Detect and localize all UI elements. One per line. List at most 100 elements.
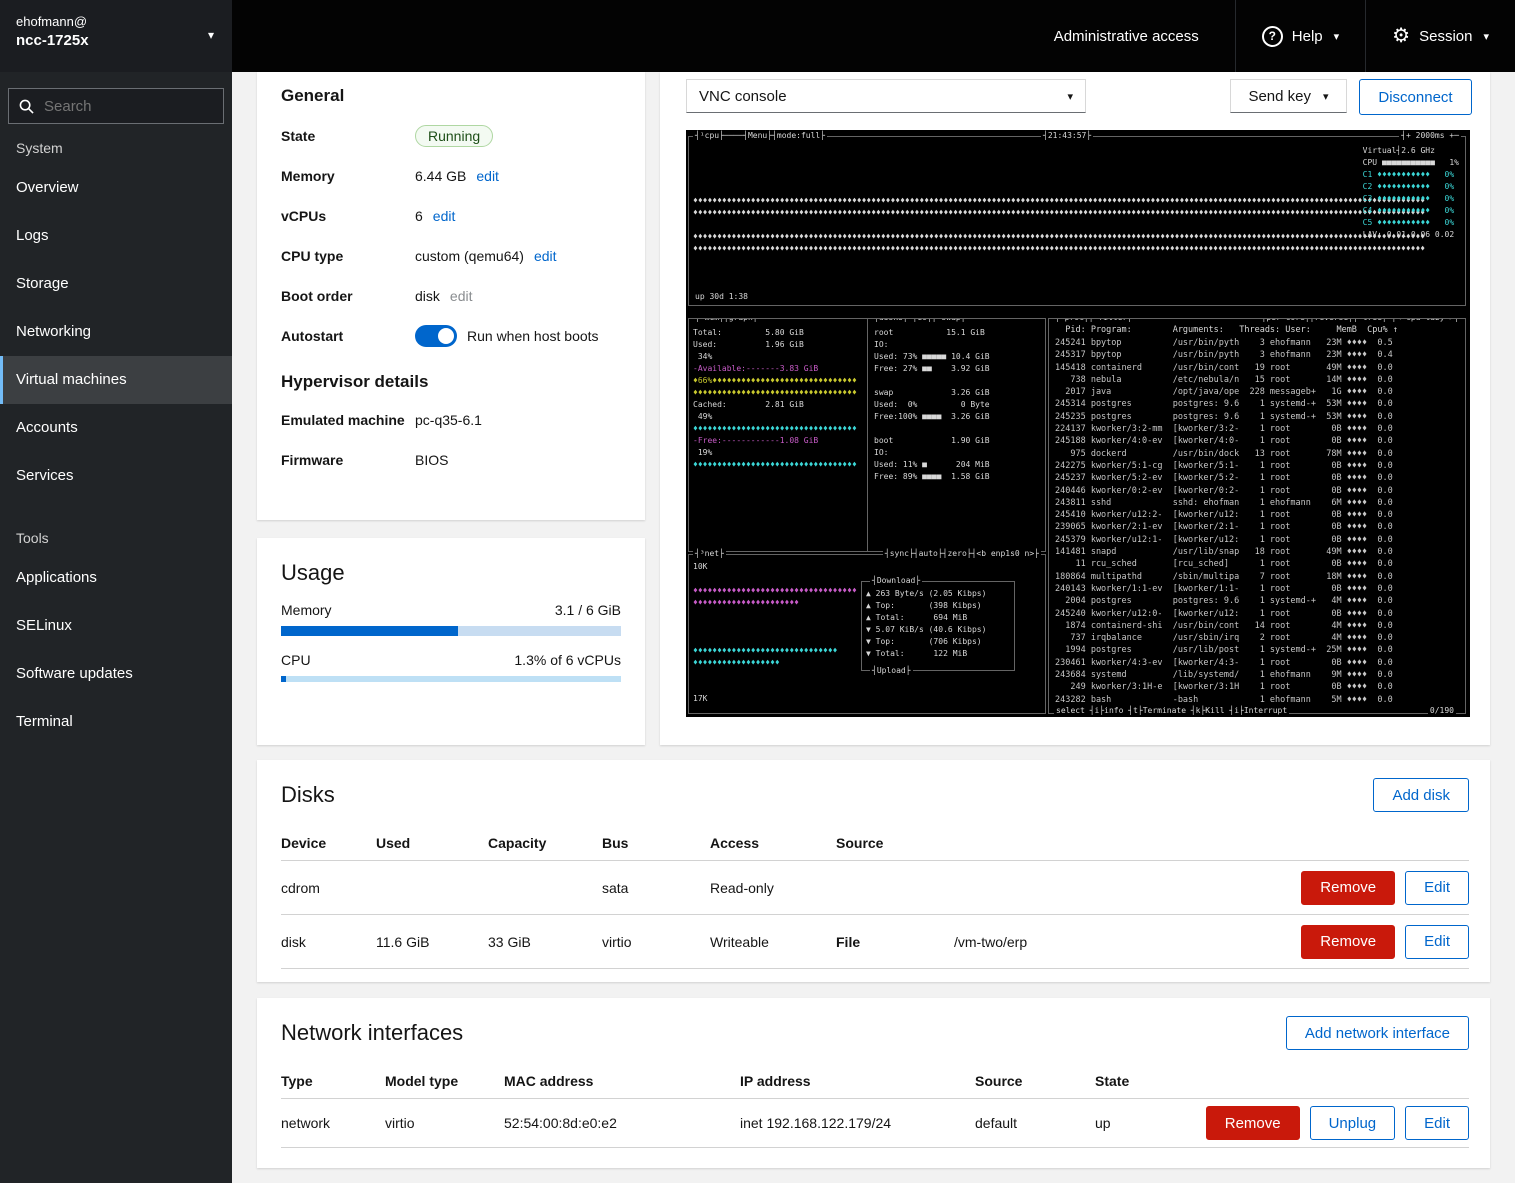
network-table-header: Type Model type MAC address IP address S… [281, 1064, 1469, 1098]
col-header-source: Source [975, 1073, 1095, 1089]
console-type-select[interactable]: VNC console ▾ [686, 79, 1086, 113]
edit-interface-button[interactable]: Edit [1405, 1106, 1469, 1140]
cpu-type-value: custom (qemu64) [415, 248, 524, 264]
state-badge: Running [415, 125, 493, 147]
sidebar-item-logs[interactable]: Logs [0, 212, 232, 260]
disk-bus: virtio [602, 934, 710, 950]
usage-title: Usage [257, 538, 645, 602]
network-title: Network interfaces [281, 1020, 463, 1046]
sidebar: ehofmann@ ncc-1725x ▾ System Overview Lo… [0, 0, 232, 1183]
nav-section-tools: Tools [0, 530, 232, 546]
masthead-username: ehofmann@ [16, 13, 216, 31]
disk-source-type: File [836, 934, 954, 950]
remove-disk-button[interactable]: Remove [1301, 925, 1395, 959]
memory-progress-bar [281, 626, 621, 636]
chevron-down-icon: ▾ [208, 28, 214, 42]
vnc-console-screen[interactable]: ┤¹cpu├────┤Menu├┤mode:full├ ┤21:43:57├ ┤… [686, 130, 1470, 717]
vcpus-edit-link[interactable]: edit [433, 208, 456, 224]
host-switcher[interactable]: ehofmann@ ncc-1725x ▾ [0, 0, 232, 72]
vcpus-row: vCPUs 6 edit [281, 196, 621, 236]
state-label: State [281, 128, 415, 144]
sidebar-item-networking[interactable]: Networking [0, 308, 232, 356]
col-header-model-type: Model type [385, 1073, 504, 1089]
edit-disk-button[interactable]: Edit [1405, 925, 1469, 959]
edit-disk-button[interactable]: Edit [1405, 871, 1469, 905]
chevron-down-icon: ▾ [1323, 90, 1329, 103]
help-menu[interactable]: ? Help ▾ [1235, 0, 1365, 72]
memory-usage: Memory 3.1 / 6 GiB [257, 602, 645, 636]
cpu-usage-value: 1.3% of 6 vCPUs [514, 652, 621, 668]
disk-device: disk [281, 934, 376, 950]
network-interfaces-card: Network interfaces Add network interface… [257, 998, 1490, 1168]
sidebar-item-applications[interactable]: Applications [0, 554, 232, 602]
session-menu[interactable]: ⚙ Session ▾ [1365, 0, 1515, 72]
sidebar-item-virtual-machines[interactable]: Virtual machines [0, 356, 232, 404]
boot-order-row: Boot order disk edit [281, 276, 621, 316]
search-icon [19, 99, 34, 114]
memory-edit-link[interactable]: edit [476, 168, 499, 184]
boot-order-edit-link: edit [450, 288, 473, 304]
sidebar-item-storage[interactable]: Storage [0, 260, 232, 308]
proc-count: 0/190 [1428, 705, 1456, 717]
boot-order-value: disk [415, 288, 440, 304]
autostart-label: Autostart [281, 328, 415, 344]
autostart-toggle[interactable] [415, 325, 457, 347]
chevron-down-icon: ▾ [1334, 30, 1340, 43]
cpu-usage: CPU 1.3% of 6 vCPUs [257, 652, 645, 682]
col-header-state: State [1095, 1073, 1469, 1089]
hypervisor-details-title: Hypervisor details [257, 356, 645, 400]
uptime: up 30d 1:38 [695, 291, 748, 303]
help-icon: ? [1262, 26, 1283, 47]
general-title: General [257, 72, 645, 116]
remove-interface-button[interactable]: Remove [1206, 1106, 1300, 1140]
col-header-mac: MAC address [504, 1073, 740, 1089]
memory-usage-label: Memory [281, 602, 332, 618]
unplug-interface-button[interactable]: Unplug [1310, 1106, 1396, 1140]
col-header-capacity: Capacity [488, 835, 602, 851]
col-header-bus: Bus [602, 835, 710, 851]
col-header-type: Type [281, 1073, 385, 1089]
sidebar-item-accounts[interactable]: Accounts [0, 404, 232, 452]
send-key-dropdown[interactable]: Send key ▾ [1230, 79, 1347, 113]
cpu-type-edit-link[interactable]: edit [534, 248, 557, 264]
sidebar-item-software-updates[interactable]: Software updates [0, 650, 232, 698]
console-footer: select ┤i├info ┤t├Terminate ┤k├Kill ┤i├I… [1054, 705, 1289, 717]
add-network-interface-button[interactable]: Add network interface [1286, 1016, 1469, 1050]
administrative-access-button[interactable]: Administrative access [1028, 0, 1225, 72]
add-disk-button[interactable]: Add disk [1373, 778, 1469, 812]
iface-ip: inet 192.168.122.179/24 [740, 1115, 975, 1131]
disk-bus: sata [602, 880, 710, 896]
emulated-machine-label: Emulated machine [281, 412, 415, 428]
disks-table: Device Used Capacity Bus Access Source c… [281, 826, 1469, 969]
table-row: network virtio 52:54:00:8d:e0:e2 inet 19… [281, 1098, 1469, 1148]
firmware-label: Firmware [281, 452, 415, 468]
proc-header: Pid: Program: Arguments: Threads: User: … [1055, 324, 1398, 336]
cpu-progress-bar [281, 676, 621, 682]
disconnect-button[interactable]: Disconnect [1359, 79, 1472, 115]
console-cpu-box: ┤¹cpu├────┤Menu├┤mode:full├ ┤21:43:57├ ┤… [688, 136, 1466, 306]
memory-row: Memory 6.44 GB edit [281, 156, 621, 196]
sidebar-search[interactable] [8, 88, 224, 124]
disk-access: Writeable [710, 934, 836, 950]
disk-source: /vm-two/erp [954, 934, 1027, 950]
usage-card: Usage Memory 3.1 / 6 GiB CPU 1.3% of 6 v… [257, 538, 645, 745]
network-table: Type Model type MAC address IP address S… [281, 1064, 1469, 1148]
sidebar-item-terminal[interactable]: Terminal [0, 698, 232, 746]
disks-title: Disks [281, 782, 335, 808]
masthead-hostname: ncc-1725x [16, 31, 216, 51]
search-input[interactable] [42, 97, 196, 116]
iface-state: up [1095, 1115, 1111, 1131]
sidebar-item-overview[interactable]: Overview [0, 164, 232, 212]
remove-disk-button[interactable]: Remove [1301, 871, 1395, 905]
console-mem-box: ┤²mem├┤graph├ Total: 5.80 GiBUsed: 1.96 … [688, 318, 870, 552]
memory-label: Memory [281, 168, 415, 184]
console-proc-box: ┤⁴proc├┤¹filter├ ┤per-core├┤reverse├┤¹tr… [1048, 318, 1466, 714]
sidebar-item-selinux[interactable]: SELinux [0, 602, 232, 650]
vcpus-value: 6 [415, 208, 423, 224]
iface-model: virtio [385, 1115, 504, 1131]
sidebar-item-services[interactable]: Services [0, 452, 232, 500]
console-disks-box: ┤disks├─┤io├┤¹swap├ root 15.1 GiBIO:Used… [867, 318, 1046, 552]
cpu-type-label: CPU type [281, 248, 415, 264]
table-row: disk 11.6 GiB 33 GiB virtio Writeable Fi… [281, 914, 1469, 969]
memory-value: 6.44 GB [415, 168, 466, 184]
